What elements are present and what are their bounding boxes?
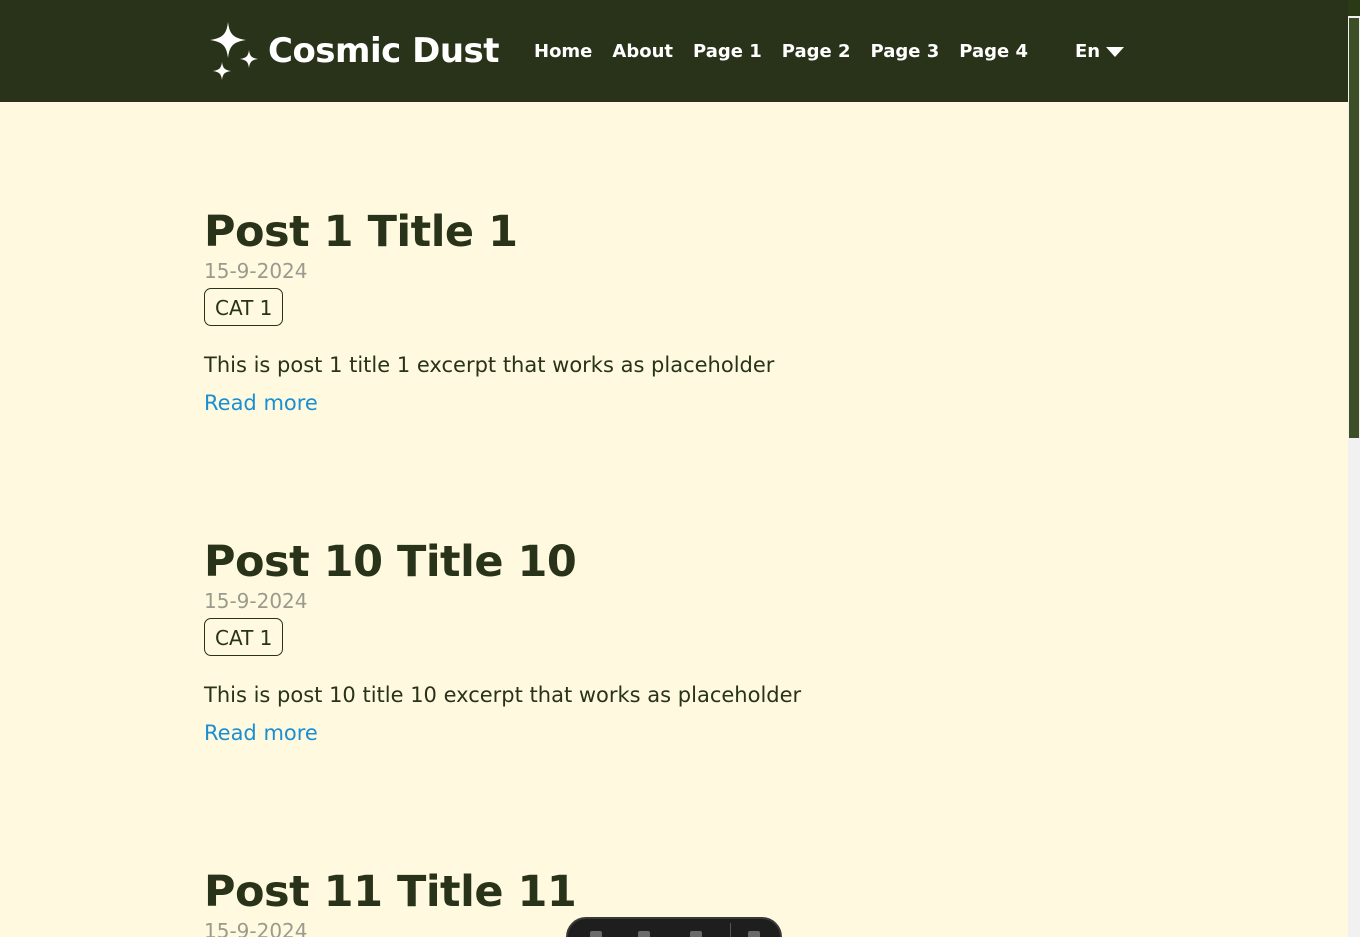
- post-card: Post 1 Title 1 15-9-2024 CAT 1 This is p…: [204, 206, 1104, 418]
- page: Cosmic Dust Home About Page 1 Page 2 Pag…: [0, 0, 1360, 937]
- post-title[interactable]: Post 10 Title 10: [204, 536, 1104, 588]
- post-title[interactable]: Post 11 Title 11: [204, 866, 1104, 918]
- category-badge[interactable]: CAT 1: [204, 288, 284, 326]
- post-excerpt: This is post 10 title 10 excerpt that wo…: [204, 683, 802, 707]
- nav-item-home[interactable]: Home: [534, 38, 592, 66]
- site-header: Cosmic Dust Home About Page 1 Page 2 Pag…: [0, 0, 1348, 102]
- read-more-link[interactable]: Read more: [204, 718, 318, 748]
- nav-item-page-4[interactable]: Page 4: [959, 38, 1028, 66]
- scrollbar-top: [1348, 0, 1360, 16]
- nav-item-about[interactable]: About: [612, 38, 673, 66]
- read-more-link[interactable]: Read more: [204, 388, 318, 418]
- sparkles-icon: [206, 20, 262, 82]
- nav-item-page-1[interactable]: Page 1: [693, 38, 762, 66]
- floating-toolbar[interactable]: [566, 917, 782, 937]
- scrollbar-thumb[interactable]: [1349, 18, 1359, 438]
- post-excerpt: This is post 1 title 1 excerpt that work…: [204, 353, 775, 377]
- post-date: 15-9-2024: [204, 259, 308, 283]
- site-title: Cosmic Dust: [268, 31, 500, 71]
- toolbar-icon[interactable]: [638, 931, 650, 937]
- toolbar-icon[interactable]: [590, 931, 602, 937]
- nav-item-page-2[interactable]: Page 2: [782, 38, 851, 66]
- toolbar-icon[interactable]: [690, 931, 702, 937]
- caret-down-icon: [1106, 47, 1125, 57]
- toolbar-icon[interactable]: [748, 931, 760, 937]
- site-logo[interactable]: Cosmic Dust: [206, 20, 500, 82]
- category-badge[interactable]: CAT 1: [204, 618, 284, 656]
- post-title[interactable]: Post 1 Title 1: [204, 206, 1104, 258]
- main-nav: Home About Page 1 Page 2 Page 3 Page 4: [534, 38, 1048, 66]
- toolbar-divider: [730, 923, 731, 937]
- language-selector[interactable]: En: [1075, 38, 1125, 66]
- post-date: 15-9-2024: [204, 589, 308, 613]
- language-label: En: [1075, 41, 1101, 62]
- post-card: Post 10 Title 10 15-9-2024 CAT 1 This is…: [204, 536, 1104, 748]
- nav-item-page-3[interactable]: Page 3: [871, 38, 940, 66]
